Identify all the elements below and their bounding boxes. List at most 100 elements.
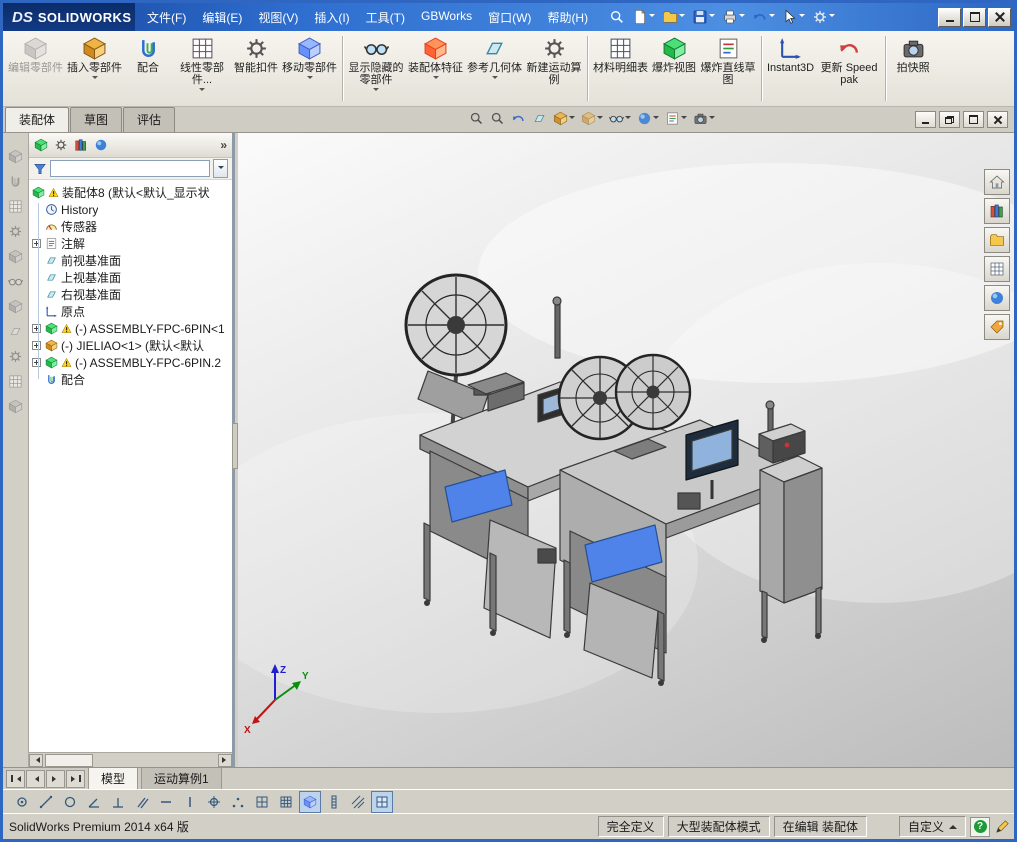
- search-button[interactable]: [608, 8, 626, 26]
- show-hidden-components-icon[interactable]: [8, 274, 23, 289]
- snap-grid-button[interactable]: [251, 791, 273, 813]
- units-custom-selector[interactable]: 自定义: [898, 816, 966, 837]
- ribbon-button-smart-fasteners[interactable]: 智能扣件: [232, 33, 280, 104]
- tree-item-assembly-fpc-6pin-1[interactable]: (-) ASSEMBLY-FPC-6PIN<1: [29, 320, 232, 337]
- featuremanager-tree-icon[interactable]: [34, 138, 48, 152]
- close-button[interactable]: [988, 7, 1011, 27]
- tree-item-assembly8[interactable]: 装配体8 (默认<默认_显示状: [29, 184, 232, 201]
- panel-overflow-chevron[interactable]: »: [220, 138, 227, 152]
- snap-perpendicular-button[interactable]: [107, 791, 129, 813]
- menu-window[interactable]: 窗口(W): [480, 6, 539, 29]
- snap-solid-button[interactable]: [299, 790, 321, 813]
- linear-component-pattern-icon[interactable]: [8, 199, 23, 214]
- snap-nearest-button[interactable]: [227, 791, 249, 813]
- view-orientation-button[interactable]: [552, 110, 576, 127]
- design-library-button[interactable]: [984, 198, 1010, 224]
- snap-point-button[interactable]: [11, 791, 33, 813]
- tree-item-right-plane[interactable]: 右视基准面: [29, 286, 232, 303]
- expand-toggle[interactable]: [32, 324, 41, 333]
- snap-parallel-button[interactable]: [131, 791, 153, 813]
- print-button[interactable]: [721, 8, 746, 26]
- snap-horizontal-button[interactable]: [155, 791, 177, 813]
- snap-line-button[interactable]: [35, 791, 57, 813]
- ribbon-button-move-component[interactable]: 移动零部件: [280, 33, 339, 104]
- ribbon-button-linear-component-pattern[interactable]: 线性零部件...: [172, 33, 232, 104]
- appearances-scenes-button[interactable]: [984, 285, 1010, 311]
- bill-of-materials-icon[interactable]: [8, 374, 23, 389]
- ribbon-button-update-speedpak[interactable]: 更新 Speedpak: [816, 33, 882, 104]
- zoom-area-button[interactable]: [489, 110, 506, 127]
- expand-toggle[interactable]: [32, 358, 41, 367]
- select-button[interactable]: [781, 8, 806, 26]
- save-button[interactable]: [691, 8, 716, 26]
- expand-toggle[interactable]: [32, 239, 41, 248]
- ribbon-button-reference-geometry[interactable]: 参考几何体: [465, 33, 524, 104]
- snap-grid-dense-button[interactable]: [275, 791, 297, 813]
- first-tab-button[interactable]: [6, 769, 25, 788]
- ribbon-button-instant3d[interactable]: Instant3D: [765, 33, 816, 104]
- assembly-features-icon[interactable]: [8, 299, 23, 314]
- reference-geometry-icon[interactable]: [8, 324, 23, 339]
- open-document-button[interactable]: [661, 8, 686, 26]
- tree-item-sensors[interactable]: 传感器: [29, 218, 232, 235]
- maximize-button[interactable]: [963, 7, 986, 27]
- snap-circle-button[interactable]: [59, 791, 81, 813]
- snap-hatch-button[interactable]: [347, 791, 369, 813]
- displaymanager-icon[interactable]: [94, 138, 108, 152]
- ribbon-button-insert-component[interactable]: 插入零部件: [65, 33, 124, 104]
- tree-item-history[interactable]: History: [29, 201, 232, 218]
- expand-toggle[interactable]: [32, 341, 41, 350]
- view-palette-button[interactable]: [984, 256, 1010, 282]
- custom-properties-button[interactable]: [984, 314, 1010, 340]
- menu-file[interactable]: 文件(F): [139, 6, 194, 29]
- previous-view-button[interactable]: [510, 110, 527, 127]
- exploded-view-icon[interactable]: [8, 399, 23, 414]
- graphics-viewport[interactable]: Z Y X: [238, 133, 1014, 767]
- scroll-left-button[interactable]: [29, 753, 43, 767]
- tree-item-jieliao-1[interactable]: (-) JIELIAO<1> (默认<默认: [29, 337, 232, 354]
- ribbon-button-edit-component[interactable]: 编辑零部件: [6, 33, 65, 104]
- tree-item-assembly-fpc-6pin-2[interactable]: (-) ASSEMBLY-FPC-6PIN.2: [29, 354, 232, 371]
- previous-tab-button[interactable]: [26, 769, 45, 788]
- next-tab-button[interactable]: [46, 769, 65, 788]
- zoom-fit-button[interactable]: [468, 110, 485, 127]
- file-explorer-button[interactable]: [984, 227, 1010, 253]
- tree-item-origin[interactable]: 原点: [29, 303, 232, 320]
- snap-grid-toggle-button[interactable]: [371, 790, 393, 813]
- tree-filter-input[interactable]: [50, 160, 210, 177]
- status-help-button[interactable]: ?: [970, 816, 990, 837]
- ribbon-button-mate[interactable]: 配合: [124, 33, 172, 104]
- tab-evaluate[interactable]: 评估: [123, 107, 176, 132]
- tree-item-top-plane[interactable]: 上视基准面: [29, 269, 232, 286]
- doc-restore-button[interactable]: [939, 111, 960, 128]
- mate-icon[interactable]: [8, 174, 23, 189]
- apply-scene-button[interactable]: [664, 110, 688, 127]
- section-view-button[interactable]: [531, 110, 548, 127]
- ribbon-button-new-motion-study[interactable]: 新建运动算例: [524, 33, 584, 104]
- smart-fasteners-icon[interactable]: [8, 224, 23, 239]
- tab-assembly[interactable]: 装配体: [5, 107, 70, 132]
- filter-dropdown-button[interactable]: [213, 159, 228, 178]
- tab-motion-study-1[interactable]: 运动算例1: [141, 767, 222, 790]
- scroll-right-button[interactable]: [218, 753, 232, 767]
- snap-length-button[interactable]: [323, 791, 345, 813]
- snap-angle-button[interactable]: [83, 791, 105, 813]
- propertymanager-icon[interactable]: [54, 138, 68, 152]
- edit-appearance-button[interactable]: [636, 110, 660, 127]
- ribbon-button-bill-of-materials[interactable]: 材料明细表: [591, 33, 650, 104]
- menu-view[interactable]: 视图(V): [250, 6, 306, 29]
- menu-help[interactable]: 帮助(H): [539, 6, 596, 29]
- snap-vertical-button[interactable]: [179, 791, 201, 813]
- options-button[interactable]: [811, 8, 836, 26]
- tree-item-mates[interactable]: 配合: [29, 371, 232, 388]
- snap-center-button[interactable]: [203, 791, 225, 813]
- ribbon-button-snapshot[interactable]: 拍快照: [889, 33, 937, 104]
- doc-minimize-button[interactable]: [915, 111, 936, 128]
- ribbon-button-explode-line-sketch[interactable]: 爆炸直线草图: [698, 33, 758, 104]
- tab-model[interactable]: 模型: [88, 767, 139, 790]
- last-tab-button[interactable]: [66, 769, 85, 788]
- tree-item-annotations[interactable]: 注解: [29, 235, 232, 252]
- menu-insert[interactable]: 插入(I): [306, 6, 357, 29]
- tree-horizontal-scrollbar[interactable]: [29, 752, 232, 767]
- menu-gbworks[interactable]: GBWorks: [413, 6, 480, 29]
